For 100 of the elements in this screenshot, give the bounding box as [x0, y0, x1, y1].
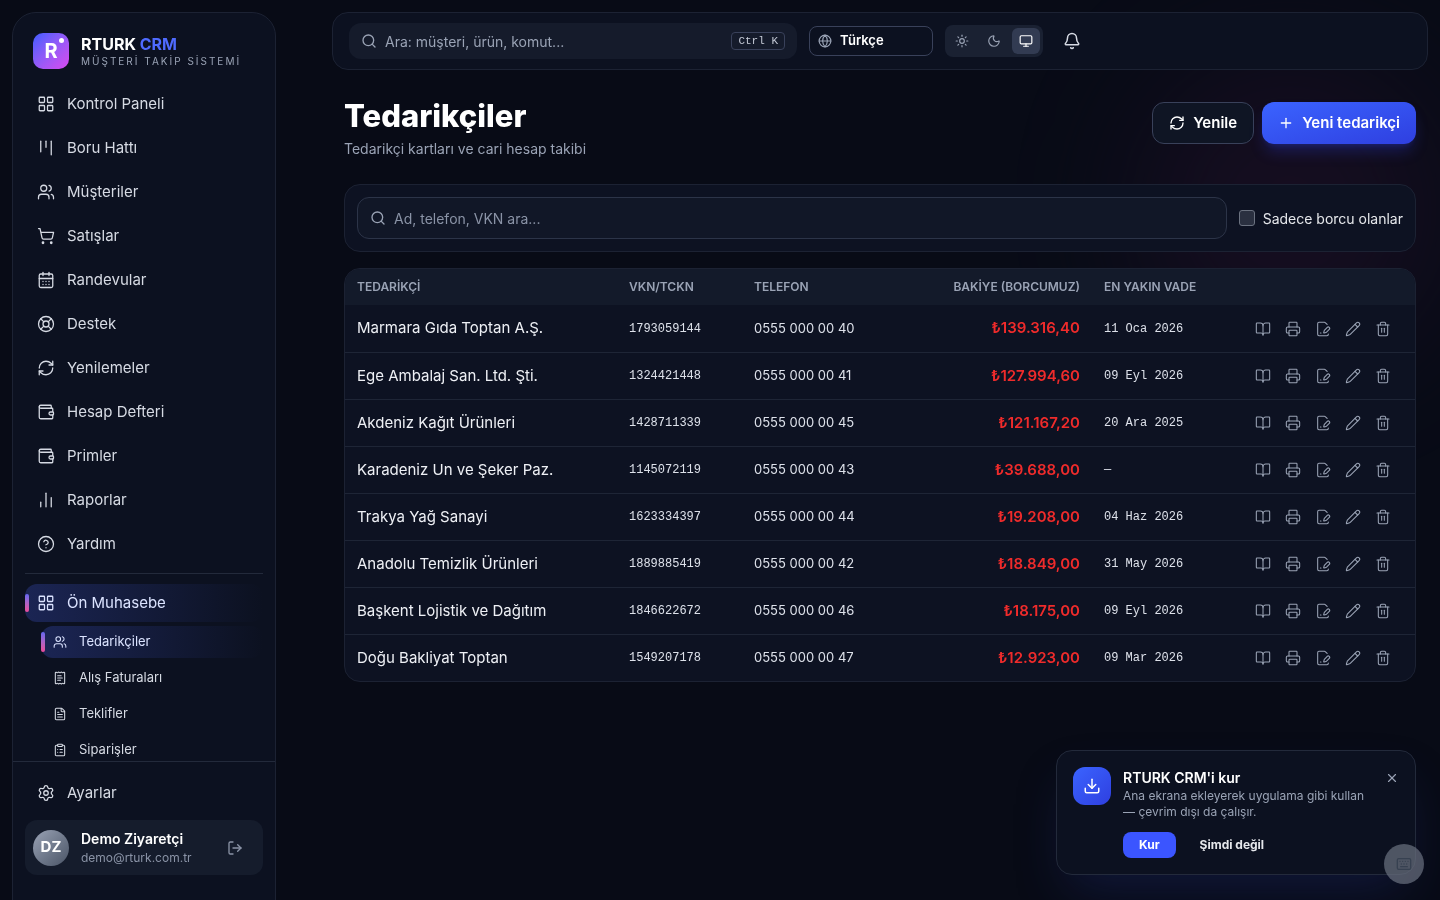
row-action-button[interactable]	[1255, 603, 1271, 619]
global-search-field[interactable]: Ara: müşteri, ürün, komut... Ctrl K	[349, 23, 797, 59]
row-action-button[interactable]	[1345, 650, 1361, 666]
row-action-button[interactable]	[1345, 415, 1361, 431]
row-action-button[interactable]	[1375, 415, 1391, 431]
row-action-button[interactable]	[1345, 603, 1361, 619]
due-date: —	[1104, 462, 1112, 479]
settings-icon	[37, 784, 55, 802]
close-button[interactable]	[1385, 771, 1399, 785]
row-action-button[interactable]	[1315, 415, 1331, 431]
checkbox-label: Sadece borcu olanlar	[1262, 208, 1403, 229]
refresh-button[interactable]: Yenile	[1152, 102, 1255, 144]
row-action-button[interactable]	[1315, 320, 1331, 337]
book-icon	[1255, 650, 1271, 666]
column-header: TEDARİKÇİ	[357, 278, 422, 296]
checkbox[interactable]	[1238, 210, 1255, 226]
row-action-button[interactable]	[1345, 368, 1361, 384]
row-action-button[interactable]	[1285, 368, 1301, 384]
sidebar-subitem[interactable]: Siparişler	[41, 734, 263, 761]
column-header: EN YAKIN VADE	[1103, 278, 1198, 296]
row-action-button[interactable]	[1255, 368, 1271, 384]
supplier-search-field[interactable]: Ad, telefon, VKN ara...	[357, 197, 1227, 239]
notifications-button[interactable]	[1063, 32, 1081, 50]
due-date: 31 May 2026	[1104, 556, 1184, 573]
trash-icon	[1375, 603, 1391, 619]
sidebar-item[interactable]: Hesap Defteri	[25, 393, 263, 431]
sidebar-item[interactable]: Satışlar	[25, 217, 263, 255]
row-action-button[interactable]	[1375, 320, 1391, 337]
help-icon	[37, 535, 55, 553]
install-button[interactable]: Kur	[1123, 832, 1176, 858]
supplier-search-input[interactable]: Ad, telefon, VKN ara...	[394, 207, 1214, 229]
row-action-button[interactable]	[1375, 509, 1391, 525]
dismiss-button[interactable]: Şimdi değil	[1199, 836, 1265, 854]
sidebar-item[interactable]: Destek	[25, 305, 263, 343]
row-action-button[interactable]	[1315, 368, 1331, 384]
row-action-button[interactable]	[1375, 650, 1391, 666]
row-action-button[interactable]	[1255, 650, 1271, 666]
row-action-button[interactable]	[1285, 415, 1301, 431]
pencil-icon	[1345, 320, 1361, 337]
row-action-button[interactable]	[1255, 320, 1271, 337]
user-name: Demo Ziyaretçi	[81, 829, 185, 849]
row-action-button[interactable]	[1285, 650, 1301, 666]
trash-icon	[1375, 556, 1391, 572]
row-action-button[interactable]	[1375, 462, 1391, 478]
new-supplier-button[interactable]: Yeni tedarikçi	[1262, 102, 1416, 144]
sidebar-subitem[interactable]: Teklifler	[41, 698, 263, 730]
sidebar-item[interactable]: Raporlar	[25, 481, 263, 519]
row-action-button[interactable]	[1315, 556, 1331, 572]
due-date: 11 Oca 2026	[1104, 320, 1184, 338]
row-action-button[interactable]	[1375, 603, 1391, 619]
sidebar-item[interactable]: Yardım	[25, 525, 263, 563]
row-action-button[interactable]	[1255, 509, 1271, 525]
sidebar-item[interactable]: Müşteriler	[25, 173, 263, 211]
printer-icon	[1285, 462, 1301, 478]
keyboard-button[interactable]	[1384, 844, 1424, 884]
row-action-button[interactable]	[1255, 415, 1271, 431]
row-action-button[interactable]	[1285, 603, 1301, 619]
row-action-button[interactable]	[1285, 556, 1301, 572]
tax-number: 1889885419	[629, 556, 702, 573]
row-action-button[interactable]	[1285, 462, 1301, 478]
row-action-button[interactable]	[1315, 603, 1331, 619]
sidebar-subitem[interactable]: Alış Faturaları	[41, 662, 263, 694]
sidebar-item[interactable]: Yenilemeler	[25, 349, 263, 387]
sidebar-item[interactable]: Boru Hattı	[25, 129, 263, 167]
language-select[interactable]: Türkçe	[809, 26, 933, 56]
trash-icon	[1375, 415, 1391, 431]
row-action-button[interactable]	[1315, 650, 1331, 666]
row-action-button[interactable]	[1255, 462, 1271, 478]
global-search-input[interactable]: Ara: müşteri, ürün, komut...	[385, 30, 724, 52]
sidebar-item[interactable]: Primler	[25, 437, 263, 475]
row-action-button[interactable]	[1345, 556, 1361, 572]
row-action-button[interactable]	[1285, 509, 1301, 525]
page-title: Tedarikçiler	[344, 96, 528, 136]
row-action-button[interactable]	[1375, 368, 1391, 384]
row-action-button[interactable]	[1375, 556, 1391, 572]
app-tagline: MÜŞTERİ TAKİP SİSTEMİ	[81, 53, 242, 69]
row-action-button[interactable]	[1255, 556, 1271, 572]
refresh-icon	[37, 359, 55, 377]
bar-chart-icon	[37, 491, 55, 509]
row-action-button[interactable]	[1315, 509, 1331, 525]
row-action-button[interactable]	[1345, 320, 1361, 337]
row-action-button[interactable]	[1345, 462, 1361, 478]
logout-button[interactable]	[227, 839, 243, 856]
book-icon	[1255, 320, 1271, 337]
pencil-icon	[1345, 603, 1361, 619]
users-icon	[53, 635, 67, 649]
settings-item[interactable]: Ayarlar	[25, 774, 263, 812]
file-edit-icon	[1315, 603, 1331, 619]
users-icon	[37, 183, 55, 201]
row-action-button[interactable]	[1345, 509, 1361, 525]
theme-option[interactable]	[1012, 28, 1040, 54]
sidebar-item[interactable]: Kontrol Paneli	[25, 85, 263, 123]
keyboard-icon	[1396, 856, 1412, 872]
trash-icon	[1375, 650, 1391, 666]
row-action-button[interactable]	[1315, 462, 1331, 478]
sidebar-item[interactable]: Randevular	[25, 261, 263, 299]
columns-icon	[37, 139, 55, 157]
refresh-icon	[1169, 115, 1186, 131]
file-edit-icon	[1315, 650, 1331, 666]
row-action-button[interactable]	[1285, 320, 1301, 337]
